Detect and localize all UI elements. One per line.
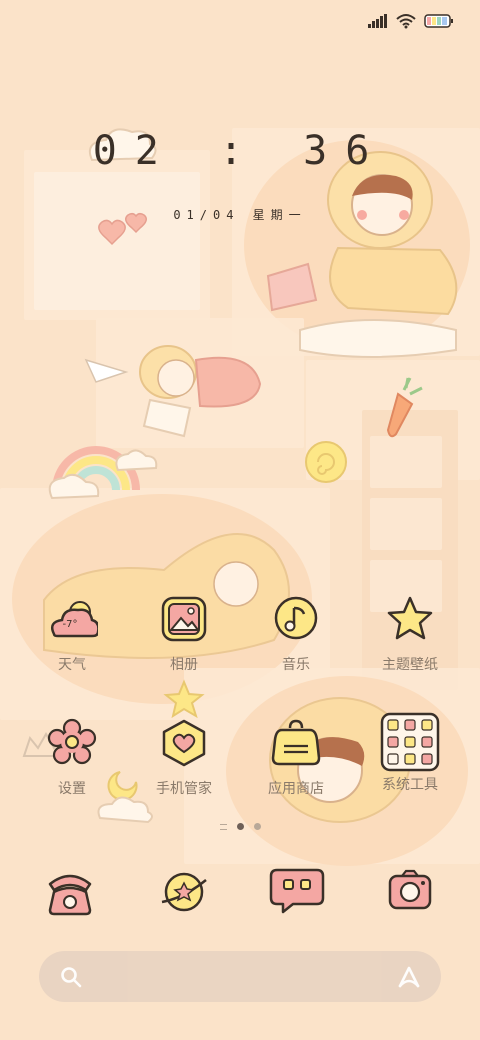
app-label: 天气 xyxy=(58,657,86,673)
app-label: 设置 xyxy=(58,781,86,797)
page-dot-active[interactable] xyxy=(236,823,244,830)
folder-system-tools[interactable]: 系统工具 xyxy=(360,712,460,794)
browser-planet-icon xyxy=(161,872,207,912)
app-label: 应用商店 xyxy=(268,781,324,797)
app-store[interactable]: 应用商店 xyxy=(246,718,346,798)
app-weather[interactable]: -7° 天气 xyxy=(22,594,122,674)
app-music[interactable]: 音乐 xyxy=(246,594,346,674)
page-dot[interactable] xyxy=(253,823,261,830)
camera-icon xyxy=(388,869,432,910)
flower-gear-icon xyxy=(47,718,97,765)
app-label: 手机管家 xyxy=(156,781,212,797)
clock-date: 01/04 星期一 xyxy=(173,208,307,222)
app-label: 音乐 xyxy=(282,657,310,673)
folder-grid-icon xyxy=(380,712,440,772)
app-themes[interactable]: 主题壁纸 xyxy=(360,594,460,674)
gallery-icon xyxy=(161,596,207,642)
dock-camera[interactable] xyxy=(380,862,440,922)
clock-time[interactable]: 02 : 36 xyxy=(0,128,480,174)
dock-phone[interactable] xyxy=(40,862,100,922)
app-label: 相册 xyxy=(170,657,198,673)
app-label: 系统工具 xyxy=(382,777,438,793)
battery-icon xyxy=(424,14,453,28)
status-bar xyxy=(368,12,454,30)
assistant-a-icon[interactable] xyxy=(395,964,423,990)
dock-messages[interactable] xyxy=(267,860,327,920)
messages-icon xyxy=(269,868,325,914)
star-icon xyxy=(387,596,433,640)
page-list-icon[interactable] xyxy=(219,823,227,830)
wifi-icon xyxy=(396,14,416,29)
app-gallery[interactable]: 相册 xyxy=(134,594,234,674)
app-settings[interactable]: 设置 xyxy=(22,718,122,798)
weather-temp-badge: -7° xyxy=(63,619,78,630)
dock-browser[interactable] xyxy=(154,862,214,922)
search-bar[interactable] xyxy=(39,951,441,1002)
signal-bars-icon xyxy=(368,14,387,28)
app-phone-manager[interactable]: 手机管家 xyxy=(134,718,234,798)
search-icon[interactable] xyxy=(59,965,83,989)
app-label: 主题壁纸 xyxy=(382,657,438,673)
phone-icon xyxy=(48,874,92,916)
page-indicator[interactable] xyxy=(0,823,480,830)
weather-cloud-icon: -7° xyxy=(51,601,98,638)
heart-shield-icon xyxy=(162,719,206,767)
shopping-bag-icon xyxy=(271,719,321,766)
music-note-icon xyxy=(274,596,318,640)
